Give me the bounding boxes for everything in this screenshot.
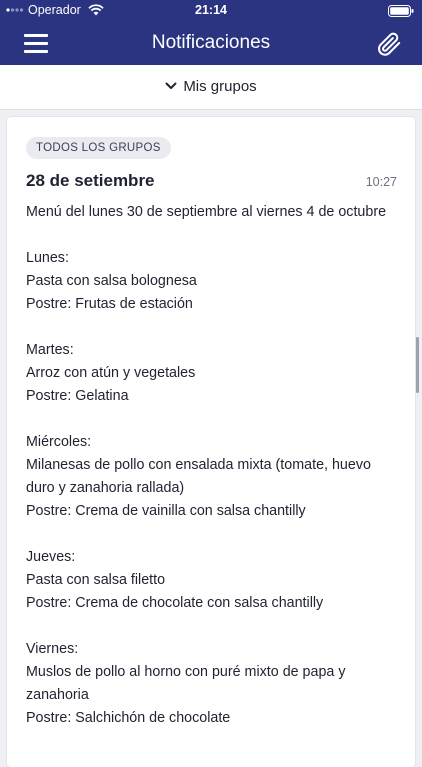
- group-badge: TODOS LOS GRUPOS: [26, 137, 171, 159]
- paragraph: Martes: Arroz con atún y vegetales Postr…: [26, 339, 398, 408]
- my-groups-label: Mis grupos: [183, 78, 257, 95]
- paragraph: Lunes: Pasta con salsa bolognesa Postre:…: [26, 247, 398, 316]
- paragraph: Viernes: Muslos de pollo al horno con pu…: [26, 638, 398, 730]
- body-line: Lunes:: [26, 250, 69, 266]
- groups-filter-bar: Mis grupos: [0, 65, 422, 110]
- paragraph: Miércoles: Milanesas de pollo con ensala…: [26, 431, 398, 523]
- status-bar: Operador 21:14: [0, 0, 422, 22]
- body-line: Muslos de pollo al horno con puré mixto …: [26, 664, 346, 703]
- body-line: Pasta con salsa bolognesa: [26, 273, 197, 289]
- status-time: 21:14: [195, 3, 227, 17]
- body-line: Pasta con salsa filetto: [26, 572, 166, 588]
- paperclip-icon[interactable]: [376, 31, 402, 57]
- chevron-down-icon: [165, 82, 177, 89]
- body-line: Arroz con atún y vegetales: [26, 365, 196, 381]
- page-title: Notificaciones: [151, 32, 271, 53]
- body-line: Milanesas de pollo con ensalada mixta (t…: [26, 457, 371, 496]
- body-line: Postre: Gelatina: [26, 388, 129, 404]
- my-groups-dropdown[interactable]: Mis grupos: [0, 78, 422, 95]
- body-line: Martes:: [26, 342, 74, 358]
- battery-icon: [388, 5, 414, 17]
- body-line: Jueves:: [26, 549, 76, 565]
- notification-time: 10:27: [365, 175, 397, 189]
- body-line: Miércoles:: [26, 434, 92, 450]
- scrollbar-thumb[interactable]: [416, 337, 419, 393]
- paragraph: Jueves: Pasta con salsa filetto Postre: …: [26, 546, 398, 615]
- body-line: Menú del lunes 30 de septiembre al viern…: [26, 204, 387, 220]
- notification-body: Menú del lunes 30 de septiembre al viern…: [26, 201, 398, 730]
- body-line: Postre: Salchichón de chocolate: [26, 710, 231, 726]
- body-line: Postre: Crema de vainilla con salsa chan…: [26, 503, 306, 519]
- paragraph: Menú del lunes 30 de septiembre al viern…: [26, 201, 398, 224]
- body-line: Postre: Crema de chocolate con salsa cha…: [26, 595, 324, 611]
- top-navigation-bar: Notificaciones: [0, 22, 422, 65]
- body-line: Viernes:: [26, 641, 79, 657]
- body-line: Postre: Frutas de estación: [26, 296, 193, 312]
- notification-card[interactable]: TODOS LOS GRUPOS 28 de setiembre 10:27 M…: [7, 117, 415, 767]
- notification-date: 28 de setiembre: [26, 171, 155, 190]
